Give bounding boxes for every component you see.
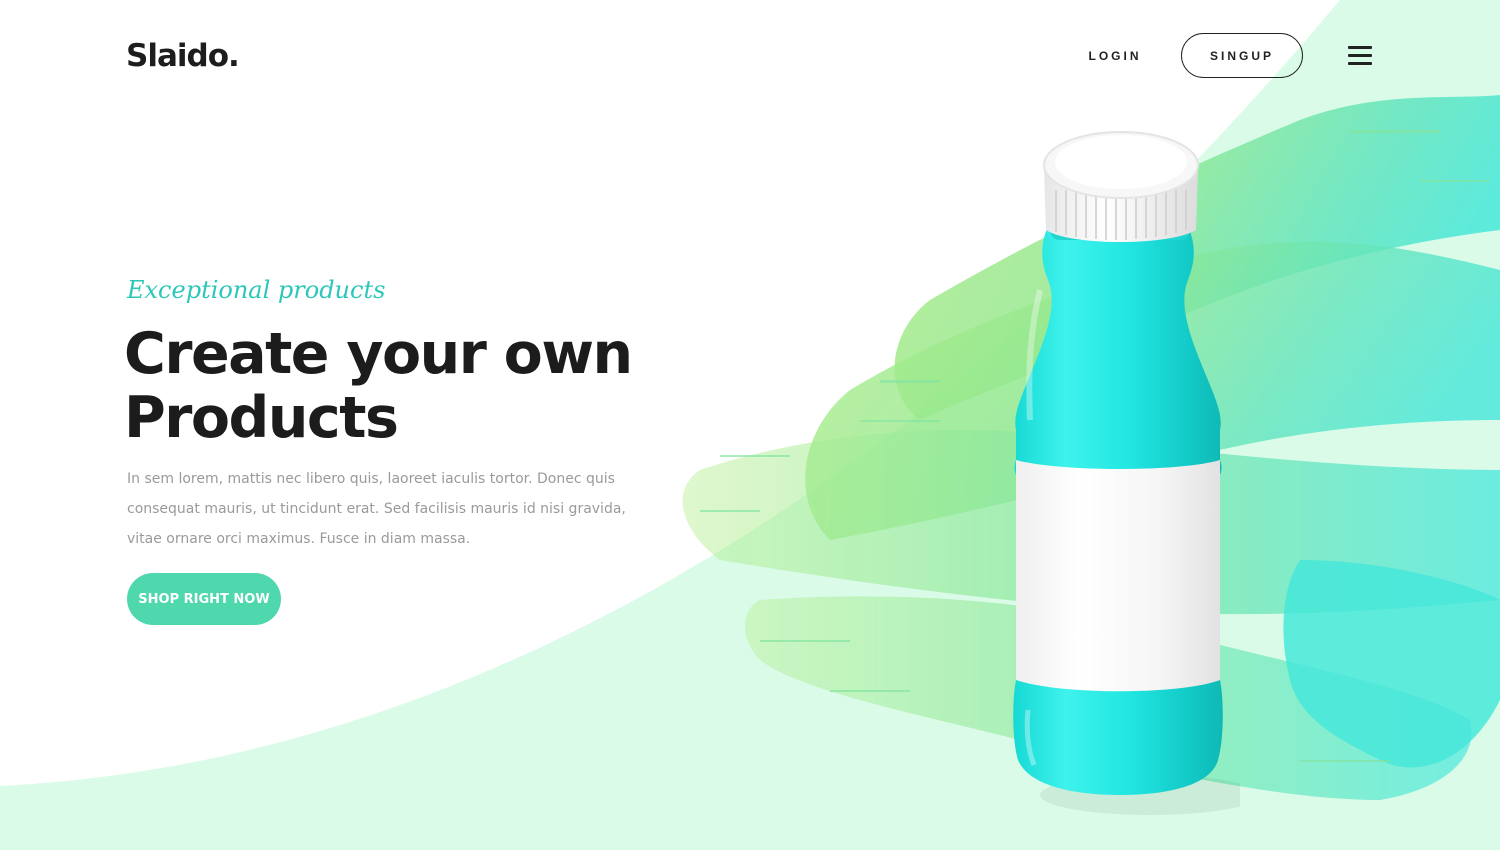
- landing-page: Slaido. LOGIN SINGUP Exceptional product…: [0, 0, 1500, 850]
- product-bottle-image: [1013, 131, 1240, 815]
- shop-now-button[interactable]: SHOP RIGHT NOW: [127, 573, 281, 625]
- bottle-label: [1016, 460, 1220, 692]
- hero-eyebrow: Exceptional products: [127, 276, 386, 304]
- hero-headline-line-2: Products: [124, 385, 399, 451]
- hero-headline: Create your own Products: [124, 322, 684, 450]
- hero-headline-line-1: Create your own: [124, 321, 633, 387]
- brand-logo[interactable]: Slaido.: [126, 38, 240, 74]
- login-link[interactable]: LOGIN: [1080, 49, 1150, 63]
- hero-body-text: In sem lorem, mattis nec libero quis, la…: [127, 471, 626, 547]
- signup-button[interactable]: SINGUP: [1181, 33, 1303, 78]
- hamburger-menu-icon[interactable]: [1346, 46, 1374, 68]
